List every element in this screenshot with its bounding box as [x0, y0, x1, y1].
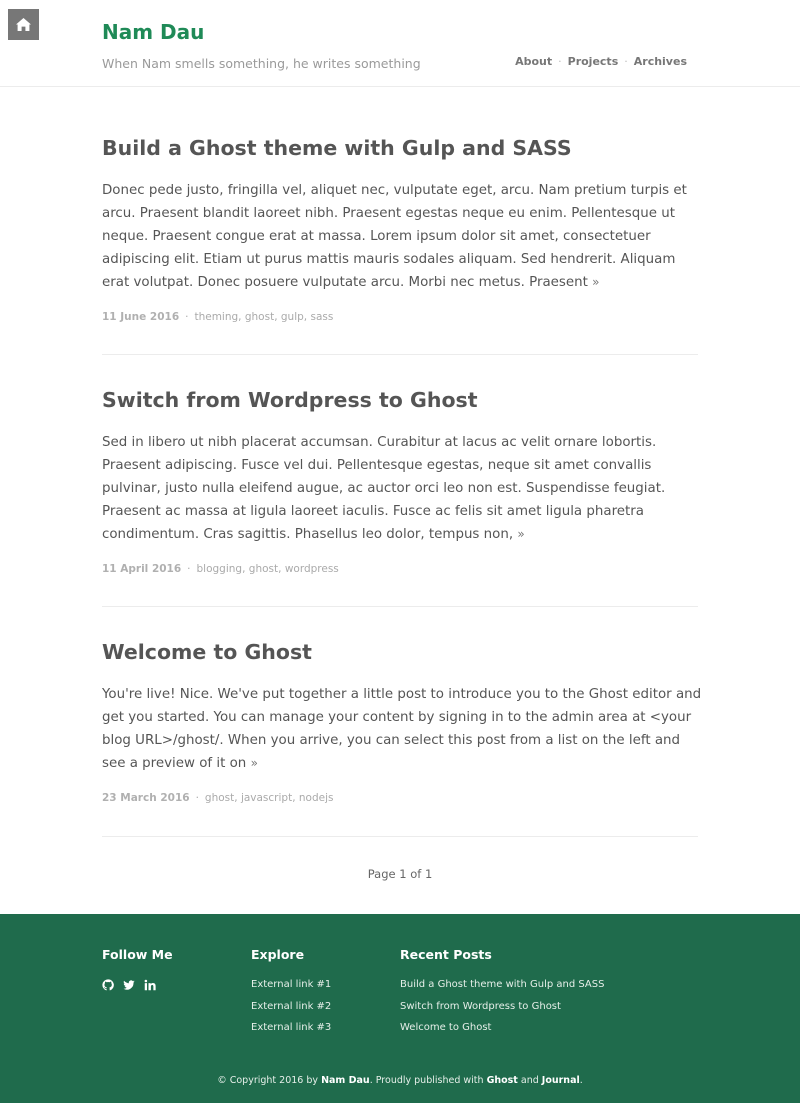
post-excerpt: Sed in libero ut nibh placerat accumsan.…	[102, 431, 702, 546]
nav-separator: ·	[624, 55, 628, 68]
copyright-mid: . Proudly published with	[369, 1075, 484, 1086]
explore-link[interactable]: External link #3	[251, 1021, 331, 1043]
read-more-link[interactable]: »	[592, 275, 599, 289]
meta-separator: ·	[195, 792, 199, 804]
footer-explore: Explore External link #1 External link #…	[251, 947, 331, 1043]
nav-item-about[interactable]: About	[515, 55, 552, 68]
recent-post-link[interactable]: Switch from Wordpress to Ghost	[400, 1000, 604, 1022]
linkedin-link[interactable]	[144, 979, 156, 991]
post-tag[interactable]: sass	[310, 311, 333, 323]
post-tag[interactable]: ghost	[205, 792, 234, 804]
post-meta: 11 April 2016 · blogging, ghost, wordpress	[102, 563, 339, 575]
post-tag[interactable]: javascript	[241, 792, 292, 804]
copyright-end: .	[579, 1075, 583, 1086]
post-tag[interactable]: blogging	[197, 563, 243, 575]
explore-link[interactable]: External link #1	[251, 978, 331, 1000]
copyright-author-link[interactable]: Nam Dau	[321, 1075, 370, 1086]
post-excerpt-text: You're live! Nice. We've put together a …	[102, 687, 702, 771]
nav-separator: ·	[558, 55, 562, 68]
github-icon	[102, 979, 114, 991]
recent-post-link[interactable]: Build a Ghost theme with Gulp and SASS	[400, 978, 604, 1000]
recent-post-link[interactable]: Welcome to Ghost	[400, 1021, 604, 1043]
journal-theme-link[interactable]: Journal	[542, 1075, 580, 1086]
explore-links: External link #1 External link #2 Extern…	[251, 978, 331, 1043]
post-title[interactable]: Switch from Wordpress to Ghost	[102, 388, 478, 412]
post-meta: 11 June 2016 · theming, ghost, gulp, sass	[102, 311, 334, 323]
footer-heading-explore: Explore	[251, 947, 305, 962]
post-excerpt: Donec pede justo, fringilla vel, aliquet…	[102, 179, 702, 294]
site-header: Nam Dau When Nam smells something, he wr…	[0, 0, 800, 87]
linkedin-icon	[144, 979, 156, 991]
post-excerpt: You're live! Nice. We've put together a …	[102, 683, 702, 775]
read-more-link[interactable]: »	[517, 527, 524, 541]
social-links	[102, 979, 173, 991]
twitter-icon	[123, 980, 135, 990]
read-more-link[interactable]: »	[251, 756, 258, 770]
explore-link[interactable]: External link #2	[251, 1000, 331, 1022]
post-item: Welcome to Ghost You're live! Nice. We'v…	[102, 607, 701, 837]
site-footer: Follow Me Explore External link #1 Exter…	[0, 914, 800, 1103]
recent-post-links: Build a Ghost theme with Gulp and SASS S…	[400, 978, 604, 1043]
ghost-link[interactable]: Ghost	[487, 1075, 518, 1086]
post-item: Switch from Wordpress to Ghost Sed in li…	[102, 355, 698, 607]
site-description: When Nam smells something, he writes som…	[102, 56, 421, 71]
footer-follow: Follow Me	[102, 947, 173, 991]
pagination: Page 1 of 1	[367, 867, 433, 881]
post-tag[interactable]: ghost	[249, 563, 278, 575]
post-date: 11 April 2016	[102, 563, 182, 575]
post-tag[interactable]: wordpress	[285, 563, 339, 575]
nav-item-archives[interactable]: Archives	[634, 55, 687, 68]
copyright-prefix: © Copyright 2016 by	[217, 1075, 319, 1086]
site-title[interactable]: Nam Dau	[102, 20, 204, 44]
post-tag[interactable]: ghost	[245, 311, 274, 323]
post-excerpt-text: Donec pede justo, fringilla vel, aliquet…	[102, 183, 687, 290]
nav-item-projects[interactable]: Projects	[568, 55, 619, 68]
post-meta: 23 March 2016 · ghost, javascript, nodejs	[102, 792, 334, 804]
post-tag[interactable]: theming	[194, 311, 238, 323]
post-title[interactable]: Build a Ghost theme with Gulp and SASS	[102, 136, 572, 160]
twitter-link[interactable]	[123, 979, 135, 991]
post-tag[interactable]: gulp	[281, 311, 304, 323]
post-title[interactable]: Welcome to Ghost	[102, 640, 312, 664]
github-link[interactable]	[102, 979, 114, 991]
meta-separator: ·	[185, 311, 189, 323]
post-excerpt-text: Sed in libero ut nibh placerat accumsan.…	[102, 435, 666, 542]
footer-heading-follow: Follow Me	[102, 947, 173, 962]
footer-recent-posts: Recent Posts Build a Ghost theme with Gu…	[400, 947, 604, 1043]
post-tag[interactable]: nodejs	[299, 792, 334, 804]
copyright: © Copyright 2016 by Nam Dau. Proudly pub…	[0, 1075, 800, 1086]
main-nav: About · Projects · Archives	[515, 55, 687, 68]
footer-heading-recent: Recent Posts	[400, 947, 492, 962]
post-item: Build a Ghost theme with Gulp and SASS D…	[102, 87, 698, 355]
meta-separator: ·	[187, 563, 191, 575]
copyright-and: and	[520, 1075, 539, 1086]
post-date: 23 March 2016	[102, 792, 190, 804]
post-date: 11 June 2016	[102, 311, 180, 323]
